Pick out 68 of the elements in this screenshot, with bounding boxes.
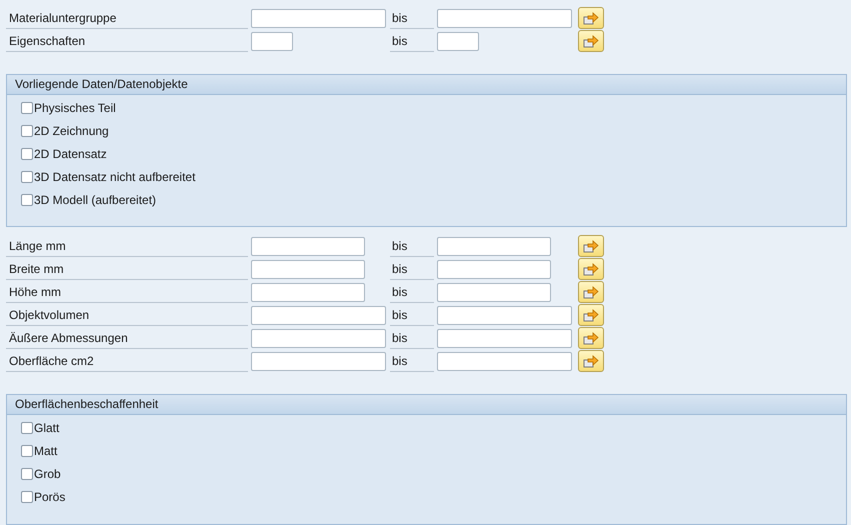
checkbox[interactable] [21, 468, 33, 480]
group-title: Oberflächenbeschaffenheit [7, 395, 846, 415]
input-field[interactable] [437, 306, 572, 324]
checkbox[interactable] [21, 171, 33, 183]
range-label: bis [390, 282, 434, 302]
input-field[interactable] [437, 282, 551, 302]
field-label: Höhe mm [6, 282, 248, 302]
checkbox[interactable] [21, 194, 33, 206]
group-title: Vorliegende Daten/Datenobjekte [7, 75, 846, 95]
input-field[interactable] [437, 328, 572, 348]
arrow-icon [583, 11, 599, 25]
arrow-icon [583, 308, 599, 322]
multiple-selection-button[interactable] [578, 258, 604, 280]
field-label: Oberfläche cm2 [6, 350, 248, 372]
arrow-icon [583, 34, 599, 48]
input-field[interactable] [251, 352, 386, 370]
range-label: bis [390, 350, 434, 372]
input-field[interactable] [437, 260, 551, 278]
checkbox[interactable] [21, 125, 33, 137]
multiple-selection-button[interactable] [578, 304, 604, 326]
arrow-icon [583, 239, 599, 253]
range-label: bis [390, 30, 434, 52]
multiple-selection-button[interactable] [578, 7, 604, 29]
input-field[interactable] [437, 32, 479, 50]
range-label: bis [390, 236, 434, 256]
range-label: bis [390, 304, 434, 326]
checkbox-label: 2D Datensatz [34, 147, 107, 161]
input-field[interactable] [251, 282, 365, 302]
checkbox-label: Porös [34, 490, 66, 504]
multiple-selection-button[interactable] [578, 235, 604, 257]
field-label: Länge mm [6, 236, 248, 256]
field-label: Breite mm [6, 258, 248, 280]
multiple-selection-button[interactable] [578, 327, 604, 349]
input-field[interactable] [251, 8, 386, 28]
field-label: Objektvolumen [6, 304, 248, 326]
checkbox-label: Physisches Teil [34, 101, 116, 115]
multiple-selection-button[interactable] [578, 30, 604, 52]
checkbox[interactable] [21, 102, 33, 114]
input-field[interactable] [251, 328, 386, 348]
input-field[interactable] [251, 260, 365, 278]
checkbox[interactable] [21, 422, 33, 434]
arrow-icon [583, 354, 599, 368]
range-label: bis [390, 8, 434, 28]
multiple-selection-button[interactable] [578, 281, 604, 303]
checkbox-label: Matt [34, 444, 58, 458]
field-label: Eigenschaften [6, 30, 248, 52]
checkbox[interactable] [21, 491, 33, 503]
arrow-icon [583, 331, 599, 345]
field-label: Materialuntergruppe [6, 8, 248, 28]
input-field[interactable] [251, 32, 293, 50]
input-field[interactable] [437, 8, 572, 28]
arrow-icon [583, 285, 599, 299]
range-label: bis [390, 258, 434, 280]
checkbox-label: 2D Zeichnung [34, 124, 109, 138]
checkbox-label: 3D Datensatz nicht aufbereitet [34, 170, 196, 184]
checkbox-label: Grob [34, 467, 61, 481]
checkbox[interactable] [21, 445, 33, 457]
arrow-icon [583, 262, 599, 276]
range-label: bis [390, 328, 434, 348]
checkbox-label: Glatt [34, 421, 60, 435]
checkbox[interactable] [21, 148, 33, 160]
checkbox-label: 3D Modell (aufbereitet) [34, 193, 156, 207]
input-field[interactable] [437, 352, 572, 370]
field-label: Äußere Abmessungen [6, 328, 248, 348]
input-field[interactable] [251, 306, 386, 324]
input-field[interactable] [251, 236, 365, 256]
multiple-selection-button[interactable] [578, 350, 604, 372]
input-field[interactable] [437, 236, 551, 256]
